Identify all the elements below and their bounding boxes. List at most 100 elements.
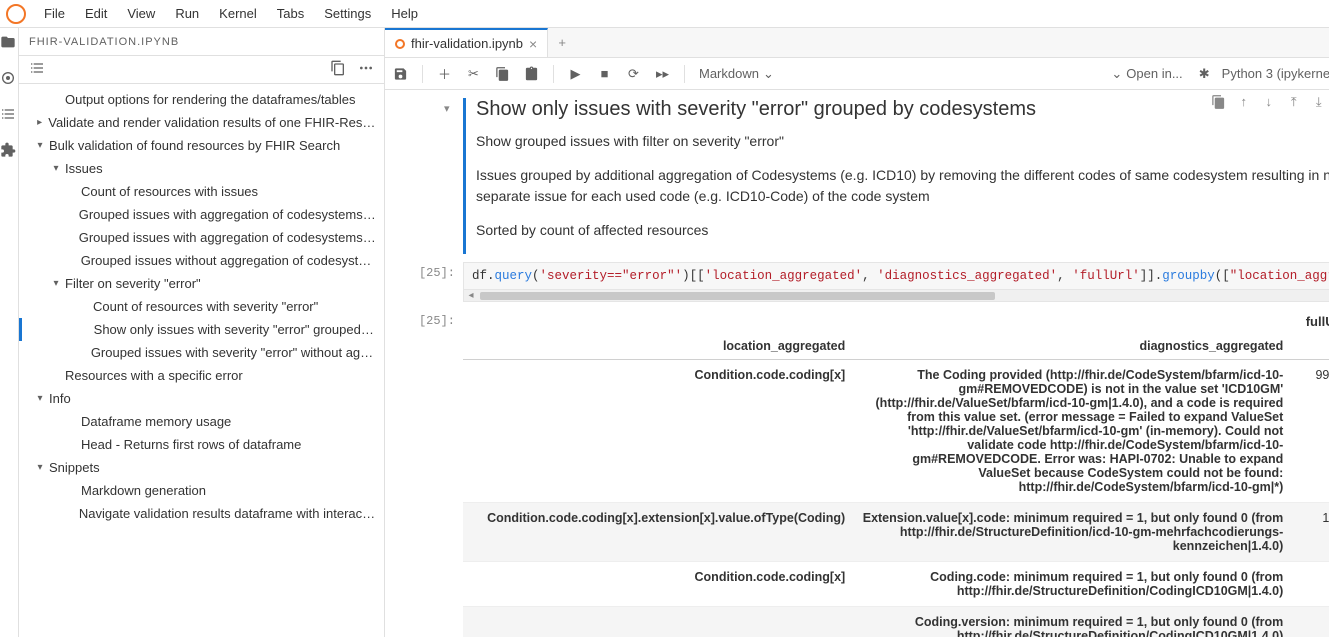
copy-icon[interactable]: [330, 60, 346, 79]
add-tab-button[interactable]: +: [548, 28, 576, 57]
restart-icon[interactable]: ⟳: [626, 66, 641, 81]
toc-label: Count of resources with severity "error": [93, 299, 318, 314]
toc-label: Markdown generation: [81, 483, 206, 498]
toc-item[interactable]: Markdown generation: [19, 479, 384, 502]
output-prompt: [25]:: [403, 310, 463, 637]
input-prompt: [25]:: [403, 262, 463, 302]
menu-tabs[interactable]: Tabs: [267, 2, 314, 25]
list-icon[interactable]: [29, 60, 45, 79]
twisty-icon[interactable]: ▾: [49, 278, 63, 289]
app-root: FileEditViewRunKernelTabsSettingsHelp FH…: [0, 0, 1329, 637]
insert-above-icon[interactable]: ⤒: [1286, 94, 1301, 109]
menu-view[interactable]: View: [117, 2, 165, 25]
scroll-thumb[interactable]: [480, 292, 995, 300]
table-header: diagnostics_aggregated: [853, 333, 1291, 360]
markdown-cell[interactable]: ▾ ↑ ↓ ⤒ ⤓ Show only issues with severity…: [403, 98, 1329, 254]
table-row: Coding.version: minimum required = 1, bu…: [463, 607, 1329, 637]
menu-run[interactable]: Run: [165, 2, 209, 25]
cell-fullurl: 134: [1291, 503, 1329, 562]
toc-item[interactable]: Grouped issues without aggregation of co…: [19, 249, 384, 272]
twisty-icon[interactable]: ▸: [33, 117, 46, 128]
toc-item[interactable]: Dataframe memory usage: [19, 410, 384, 433]
cell-fullurl: 62: [1291, 607, 1329, 637]
toc-item[interactable]: Grouped issues with aggregation of codes…: [19, 226, 384, 249]
toc-item[interactable]: Count of resources with severity "error": [19, 295, 384, 318]
twisty-icon[interactable]: ▾: [33, 140, 47, 151]
toc-item[interactable]: ▾Issues: [19, 157, 384, 180]
add-cell-icon[interactable]: ＋: [437, 66, 452, 81]
toc-item[interactable]: ▸Validate and render validation results …: [19, 111, 384, 134]
code-editor[interactable]: df.query('severity=="error"')[['location…: [463, 262, 1329, 290]
toc-label: Grouped issues without aggregation of co…: [81, 253, 376, 268]
table-header: [1291, 333, 1329, 360]
open-in-select[interactable]: ⌄ Open in...: [1111, 66, 1182, 82]
cell-toolbar: ↑ ↓ ⤒ ⤓: [1211, 94, 1329, 109]
sidebar-title: FHIR-VALIDATION.IPYNB: [19, 28, 384, 56]
twisty-icon[interactable]: ▾: [33, 393, 47, 404]
toc-item[interactable]: ▾Bulk validation of found resources by F…: [19, 134, 384, 157]
paste-icon[interactable]: [524, 66, 539, 81]
toc-label: Count of resources with issues: [81, 184, 258, 199]
bug-icon[interactable]: ✱: [1197, 66, 1212, 81]
toc-item[interactable]: Head - Returns first rows of dataframe: [19, 433, 384, 456]
chevron-down-icon: ⌄: [1111, 66, 1122, 82]
toc-item[interactable]: ▾Info: [19, 387, 384, 410]
cell-diagnostics: Coding.code: minimum required = 1, but o…: [853, 562, 1291, 607]
move-up-icon[interactable]: ↑: [1236, 94, 1251, 109]
md-paragraph: Show grouped issues with filter on sever…: [476, 131, 1329, 151]
move-down-icon[interactable]: ↓: [1261, 94, 1276, 109]
cell-type-select[interactable]: Markdown ⌄: [699, 66, 774, 82]
duplicate-icon[interactable]: [1211, 94, 1226, 109]
toc-item[interactable]: Navigate validation results dataframe wi…: [19, 502, 384, 525]
table-superheader: fullUrl: [463, 310, 1329, 333]
folder-icon[interactable]: [0, 34, 18, 52]
save-icon[interactable]: [393, 66, 408, 81]
twisty-icon[interactable]: ▾: [49, 163, 63, 174]
menu-edit[interactable]: Edit: [75, 2, 117, 25]
more-icon[interactable]: [358, 60, 374, 79]
toc-item[interactable]: Grouped issues with severity "error" wit…: [19, 341, 384, 364]
run-icon[interactable]: ▶: [568, 66, 583, 81]
activity-bar: [0, 28, 19, 637]
twisty-icon[interactable]: ▾: [33, 462, 47, 473]
toc-label: Grouped issues with aggregation of codes…: [79, 230, 376, 245]
toc-item[interactable]: Show only issues with severity "error" g…: [19, 318, 384, 341]
toc-item[interactable]: Resources with a specific error: [19, 364, 384, 387]
insert-below-icon[interactable]: ⤓: [1311, 94, 1326, 109]
notebook-area[interactable]: ▾ ↑ ↓ ⤒ ⤓ Show only issues with severity…: [385, 90, 1329, 637]
horizontal-scrollbar[interactable]: ◂ ▸: [463, 290, 1329, 302]
toc-label: Issues: [65, 161, 103, 176]
menubar: FileEditViewRunKernelTabsSettingsHelp: [0, 0, 1329, 28]
menu-file[interactable]: File: [34, 2, 75, 25]
menu-kernel[interactable]: Kernel: [209, 2, 267, 25]
close-icon[interactable]: ×: [529, 36, 537, 52]
tab-notebook[interactable]: fhir-validation.ipynb ×: [385, 28, 548, 57]
toc-item[interactable]: ▾Filter on severity "error": [19, 272, 384, 295]
cut-icon[interactable]: ✂: [466, 66, 481, 81]
menu-settings[interactable]: Settings: [314, 2, 381, 25]
running-icon[interactable]: [0, 70, 18, 88]
copy-cell-icon[interactable]: [495, 66, 510, 81]
toc-label: Resources with a specific error: [65, 368, 243, 383]
table-header: location_aggregated: [463, 333, 853, 360]
table-of-contents: Output options for rendering the datafra…: [19, 84, 384, 637]
chevron-down-icon: ⌄: [763, 66, 774, 82]
kernel-name[interactable]: Python 3 (ipykernel): [1222, 66, 1329, 81]
menu-help[interactable]: Help: [381, 2, 428, 25]
main-area: fhir-validation.ipynb × + ＋ ✂ ▶ ■ ⟳ ▸▸ M…: [385, 28, 1329, 637]
toc-item[interactable]: Count of resources with issues: [19, 180, 384, 203]
toc-icon[interactable]: [0, 106, 18, 124]
stop-icon[interactable]: ■: [597, 66, 612, 81]
collapse-icon[interactable]: ▾: [444, 102, 450, 115]
toc-item[interactable]: Grouped issues with aggregation of codes…: [19, 203, 384, 226]
extensions-icon[interactable]: [0, 142, 18, 160]
fast-forward-icon[interactable]: ▸▸: [655, 66, 670, 81]
code-cell[interactable]: [25]: df.query('severity=="error"')[['lo…: [403, 262, 1329, 302]
cell-diagnostics: Coding.version: minimum required = 1, bu…: [853, 607, 1291, 637]
scroll-left-icon[interactable]: ◂: [464, 290, 478, 301]
cell-fullurl: 9938: [1291, 360, 1329, 503]
toc-item[interactable]: Output options for rendering the datafra…: [19, 88, 384, 111]
table-row: Condition.code.coding[x]The Coding provi…: [463, 360, 1329, 503]
toc-item[interactable]: ▾Snippets: [19, 456, 384, 479]
cell-location: Condition.code.coding[x]: [463, 360, 853, 503]
